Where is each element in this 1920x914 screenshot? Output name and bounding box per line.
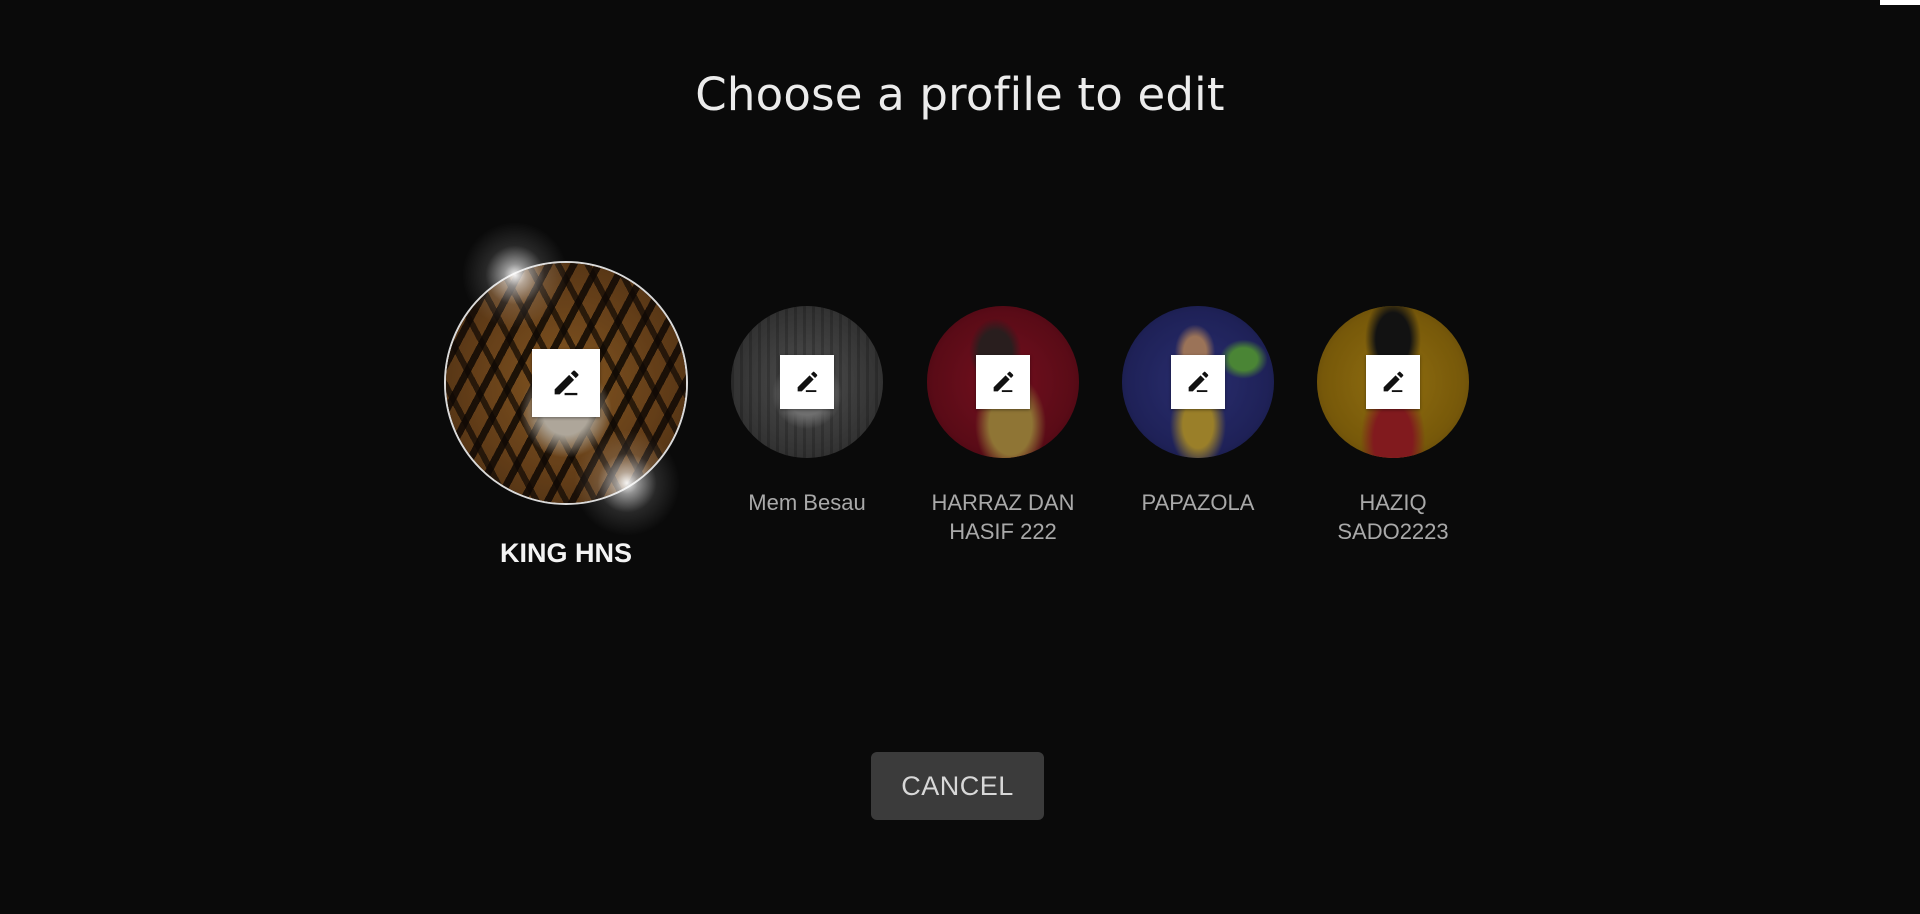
pencil-icon [797,371,818,393]
pencil-icon [1188,371,1209,393]
profile-name: HARRAZ DAN HASIF 222 [931,490,1075,544]
corner-indicator [1880,0,1920,5]
profile-avatar[interactable] [444,261,688,505]
profile-item-king-hns[interactable]: KING HNS [444,261,688,568]
profile-edit-screen: Choose a profile to edit KING HNS Mem Be… [0,0,1920,914]
profile-item-harraz-dan-hasif[interactable]: HARRAZ DAN HASIF 222 [927,306,1079,546]
cancel-button[interactable]: CANCEL [871,752,1044,820]
pencil-icon [1383,371,1404,393]
profile-item-haziq-sado[interactable]: HAZIQ SADO2223 [1317,306,1469,546]
profile-name: PAPAZOLA [1141,490,1255,515]
edit-button[interactable] [532,349,600,417]
profile-item-mem-besau[interactable]: Mem Besau [731,306,883,517]
profile-avatar[interactable] [1122,306,1274,458]
profile-avatar[interactable] [927,306,1079,458]
edit-button[interactable] [780,355,834,409]
profile-avatar[interactable] [1317,306,1469,458]
profile-item-papazola[interactable]: PAPAZOLA [1122,306,1274,517]
profile-name: KING HNS [499,538,632,568]
edit-button[interactable] [976,355,1030,409]
profile-avatar[interactable] [731,306,883,458]
pencil-icon [554,370,579,396]
profile-name: Mem Besau [748,490,866,515]
profile-name: HAZIQ SADO2223 [1337,490,1449,544]
edit-button[interactable] [1366,355,1420,409]
page-title: Choose a profile to edit [695,68,1225,121]
pencil-icon [993,371,1014,393]
edit-button[interactable] [1171,355,1225,409]
